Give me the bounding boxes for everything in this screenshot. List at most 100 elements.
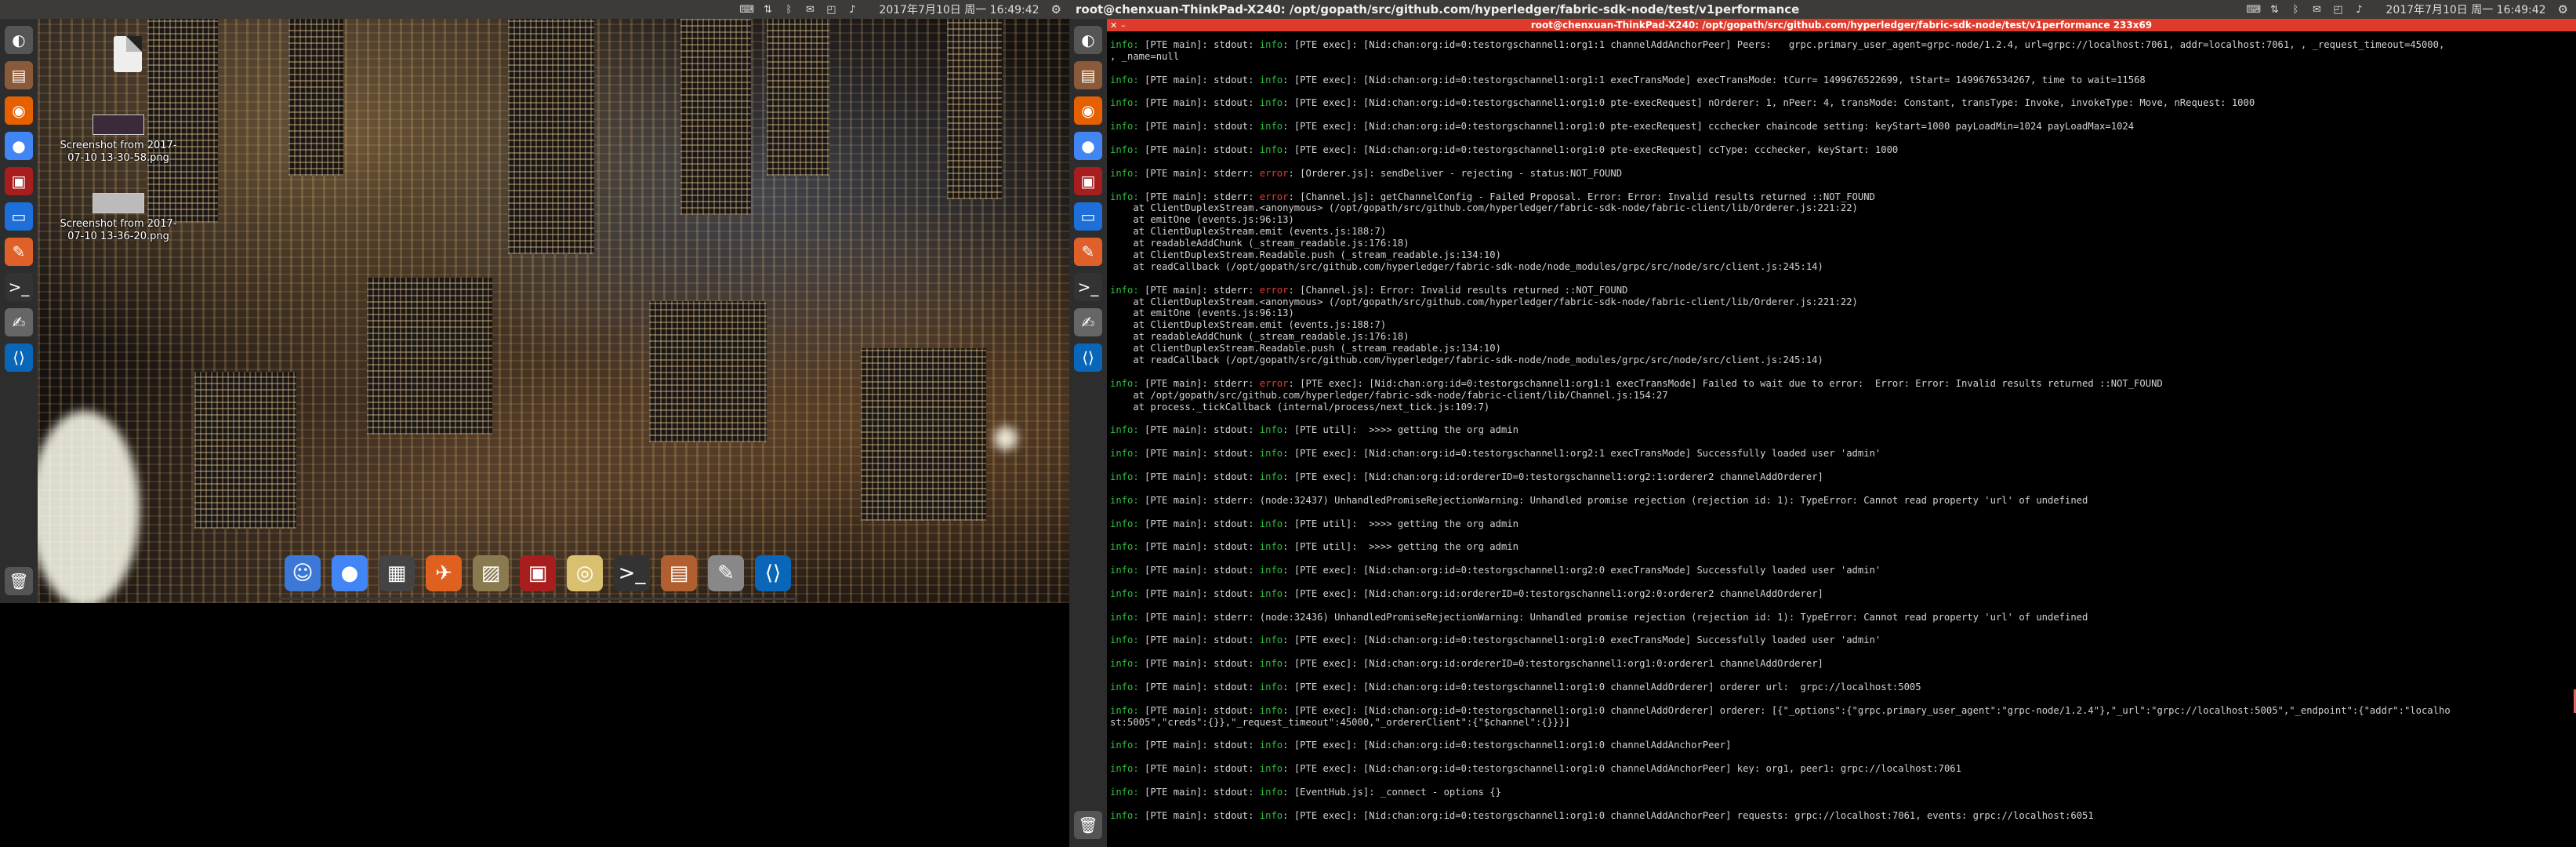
bluetooth-icon[interactable]: ᛒ (2288, 4, 2302, 16)
log-level-label: info (1259, 541, 1283, 553)
chrome-dock-icon[interactable]: ● (332, 555, 368, 591)
terminal-titlebar[interactable]: ✕ – root@chenxuan-ThinkPad-X240: /opt/go… (1107, 19, 2576, 31)
firefox-launcher-icon[interactable]: ◉ (5, 96, 33, 125)
log-level-label: info: (1110, 763, 1139, 775)
volume-icon[interactable]: ♪ (2352, 4, 2366, 16)
building (367, 278, 492, 434)
log-level-label: info (1259, 39, 1283, 50)
terminal-line: info: [PTE main]: stderr: error: [Channe… (1110, 285, 2576, 296)
log-source: [PTE main]: stderr: (node:32437) Unhandl… (1138, 494, 2088, 506)
log-message: : [Orderer.js]: sendDeliver - rejecting … (1288, 167, 1623, 179)
bluetooth-icon[interactable]: ᛒ (782, 4, 796, 16)
log-source: [PTE main]: stdout: (1138, 39, 1260, 50)
log-level-label: info (1259, 448, 1283, 460)
desktop-icon-screenshot-2[interactable]: Screenshot from 2017-07-10 13-36-20.png (60, 193, 177, 243)
editor-launcher-icon[interactable]: ✎ (5, 238, 33, 266)
terminal-line: at ClientDuplexStream.Readable.push (_st… (1110, 343, 1501, 354)
log-level-label: info (1259, 518, 1283, 529)
close-icon[interactable]: ✕ (1110, 20, 1118, 31)
input-method-icon[interactable]: ◰ (2331, 4, 2345, 16)
log-level-label: info: (1110, 587, 1139, 599)
terminal-line: at ClientDuplexStream.<anonymous> (/opt/… (1110, 296, 1858, 307)
files-launcher-icon[interactable]: ▤ (5, 61, 33, 89)
network-icon[interactable]: ⇅ (2267, 4, 2281, 16)
terminal-red-dock-icon[interactable]: ▣ (520, 555, 556, 591)
log-level-label: info (1259, 121, 1283, 133)
input-method-icon[interactable]: ◰ (824, 4, 838, 16)
terminal-launcher-icon[interactable]: >_ (5, 273, 33, 301)
editor-launcher-icon[interactable]: ✎ (1074, 238, 1102, 266)
terminal-line: info: [PTE main]: stderr: error: [PTE ex… (1110, 378, 2576, 390)
log-message: : [PTE exec]: [Nid:chan:org:id:ordererID… (1283, 471, 1823, 482)
remote-launcher-icon[interactable]: ▭ (5, 202, 33, 231)
app-red-launcher-icon[interactable]: ▣ (1074, 167, 1102, 195)
volume-icon[interactable]: ♪ (845, 4, 859, 16)
log-level-label: info: (1110, 424, 1139, 436)
terminal-line: info: [PTE main]: stdout: info: [PTE exe… (1110, 634, 2576, 646)
vscode-dock-icon[interactable]: ⟨⟩ (755, 555, 791, 591)
log-level-label: info (1259, 424, 1283, 436)
gear-icon[interactable]: ⚙ (1051, 2, 1061, 16)
log-level-label: info: (1110, 39, 1139, 50)
terminal-line: at /opt/gopath/src/github.com/hyperledge… (1110, 389, 1668, 401)
mail-icon[interactable]: ✉ (803, 4, 817, 16)
keyboard-icon[interactable]: ⌨ (739, 4, 754, 16)
network-icon[interactable]: ⇅ (760, 4, 775, 16)
text-editor-launcher-icon[interactable]: ✍ (5, 308, 33, 336)
keyboard-icon[interactable]: ⌨ (2246, 4, 2261, 16)
terminal-window[interactable]: ✕ – root@chenxuan-ThinkPad-X240: /opt/go… (1107, 19, 2576, 847)
terminal-launcher-icon[interactable]: >_ (1074, 273, 1102, 301)
notes-dock-icon[interactable]: ✎ (708, 555, 744, 591)
log-level-label: info (1259, 471, 1283, 482)
desktop-icon-screenshot-1[interactable]: Screenshot from 2017-07-10 13-30-58.png (60, 115, 177, 165)
trash-icon[interactable]: 🗑 (5, 567, 33, 595)
building (767, 19, 829, 176)
image-icon (93, 193, 144, 213)
terminal-line: info: [PTE main]: stdout: info: [PTE exe… (1110, 705, 2576, 717)
log-level-label: error (1259, 377, 1289, 389)
files-launcher-icon[interactable]: ▤ (1074, 61, 1102, 89)
archive-dock-icon[interactable]: ▤ (661, 555, 697, 591)
log-level-label: info: (1110, 471, 1139, 482)
chrome-launcher-icon[interactable]: ● (1074, 132, 1102, 160)
remote-launcher-icon[interactable]: ▭ (1074, 202, 1102, 231)
left-panel-clock[interactable]: 2017年7月10日 周一 16:49:42 (879, 2, 1039, 17)
log-source: [PTE main]: stdout: (1138, 448, 1260, 460)
light-glow (38, 411, 140, 603)
log-source: [PTE main]: stdout: (1138, 763, 1260, 775)
gear-icon[interactable]: ⚙ (2558, 2, 2568, 16)
preview-dock-icon[interactable]: ▨ (473, 555, 509, 591)
rocket-dock-icon[interactable]: ✈ (426, 555, 462, 591)
terminal-dock-icon[interactable]: >_ (614, 555, 650, 591)
minimize-icon[interactable]: – (1121, 20, 1129, 31)
terminal-line: at ClientDuplexStream.<anonymous> (/opt/… (1110, 202, 1858, 214)
vscode-launcher-icon[interactable]: ⟨⟩ (5, 344, 33, 372)
log-source: [PTE main]: stdout: (1138, 704, 1260, 716)
app-red-launcher-icon[interactable]: ▣ (5, 167, 33, 195)
speaker-dock-icon[interactable]: ◎ (567, 555, 603, 591)
terminal-output[interactable]: info: [PTE main]: stdout: info: [PTE exe… (1107, 31, 2576, 839)
trash-icon[interactable]: 🗑 (1074, 811, 1102, 839)
mail-icon[interactable]: ✉ (2309, 4, 2324, 16)
terminal-line: at readCallback (/opt/gopath/src/github.… (1110, 354, 1823, 366)
desktop-icon-document[interactable] (69, 36, 187, 75)
vscode-launcher-icon[interactable]: ⟨⟩ (1074, 344, 1102, 372)
clapper-dock-icon[interactable]: ▦ (379, 555, 415, 591)
finder-dock-icon[interactable]: ☺ (285, 555, 321, 591)
firefox-launcher-icon[interactable]: ◉ (1074, 96, 1102, 125)
log-level-label: info: (1110, 704, 1139, 716)
log-level-label: info: (1110, 97, 1139, 109)
chrome-launcher-icon[interactable]: ● (5, 132, 33, 160)
dash-home-launcher-icon[interactable]: ◐ (1074, 26, 1102, 54)
log-source: [PTE main]: stdout: (1138, 634, 1260, 646)
dash-home-launcher-icon[interactable]: ◐ (5, 26, 33, 54)
document-icon (114, 36, 142, 72)
log-level-label: info (1259, 634, 1283, 646)
log-level-label: info: (1110, 681, 1139, 693)
text-editor-launcher-icon[interactable]: ✍ (1074, 308, 1102, 336)
right-panel-clock[interactable]: 2017年7月10日 周一 16:49:42 (2386, 2, 2545, 17)
terminal-line: info: [PTE main]: stdout: info: [PTE exe… (1110, 97, 2576, 109)
